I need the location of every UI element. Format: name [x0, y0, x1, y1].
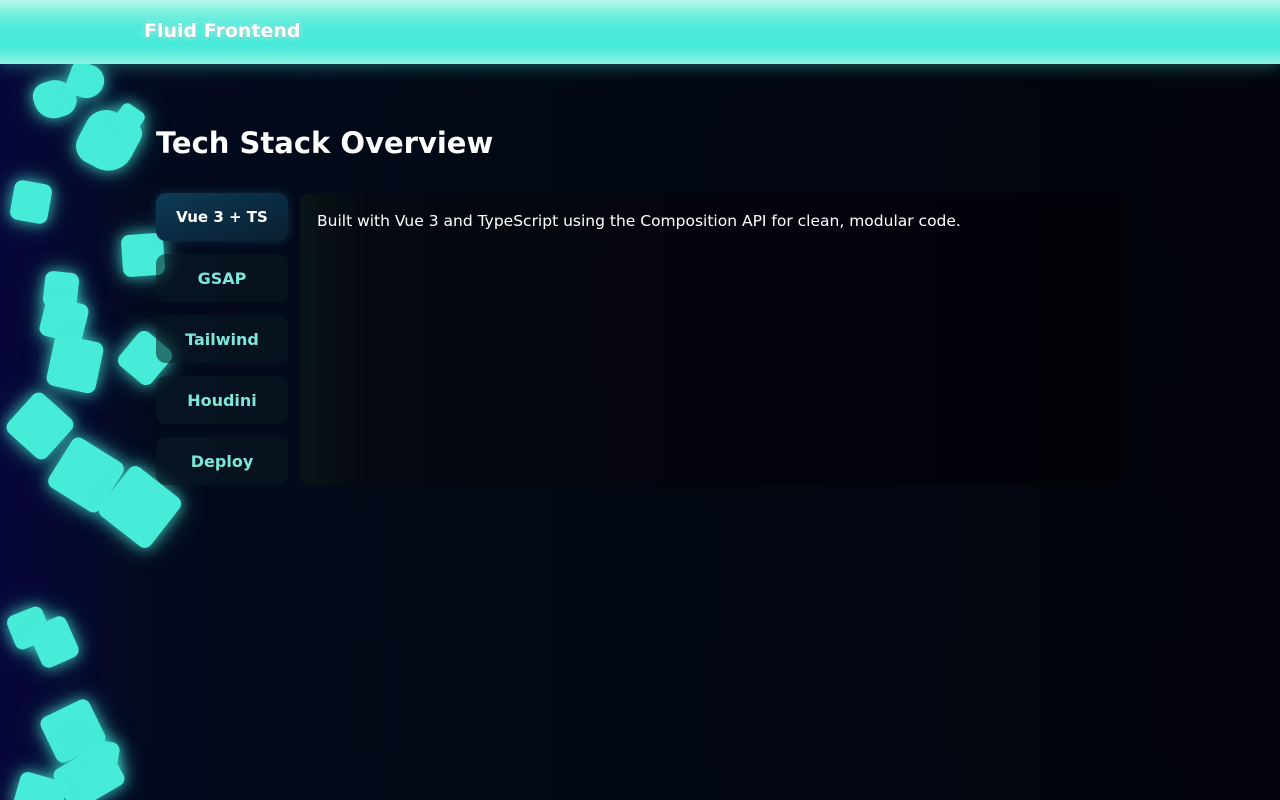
tab-vue-ts[interactable]: Vue 3 + TS — [156, 193, 288, 241]
tab-label: Houdini — [187, 390, 257, 410]
fluid-blob — [45, 333, 105, 395]
tab-content-panel: Built with Vue 3 and TypeScript using th… — [300, 193, 1125, 485]
brand-title[interactable]: Fluid Frontend — [144, 20, 301, 42]
top-header: Fluid Frontend — [0, 0, 1280, 64]
tab-deploy[interactable]: Deploy — [156, 437, 288, 485]
tab-label: GSAP — [197, 268, 247, 288]
fluid-blob-decoration — [0, 64, 240, 800]
tab-label: Deploy — [190, 451, 254, 471]
tab-tailwind[interactable]: Tailwind — [156, 315, 288, 363]
tab-description: Built with Vue 3 and TypeScript using th… — [317, 212, 961, 230]
tab-label: Vue 3 + TS — [176, 208, 268, 226]
tab-label: Tailwind — [185, 329, 259, 349]
page-title: Tech Stack Overview — [156, 126, 494, 160]
tab-gsap[interactable]: GSAP — [156, 254, 288, 302]
tab-houdini[interactable]: Houdini — [156, 376, 288, 424]
fluid-blob — [8, 179, 54, 225]
